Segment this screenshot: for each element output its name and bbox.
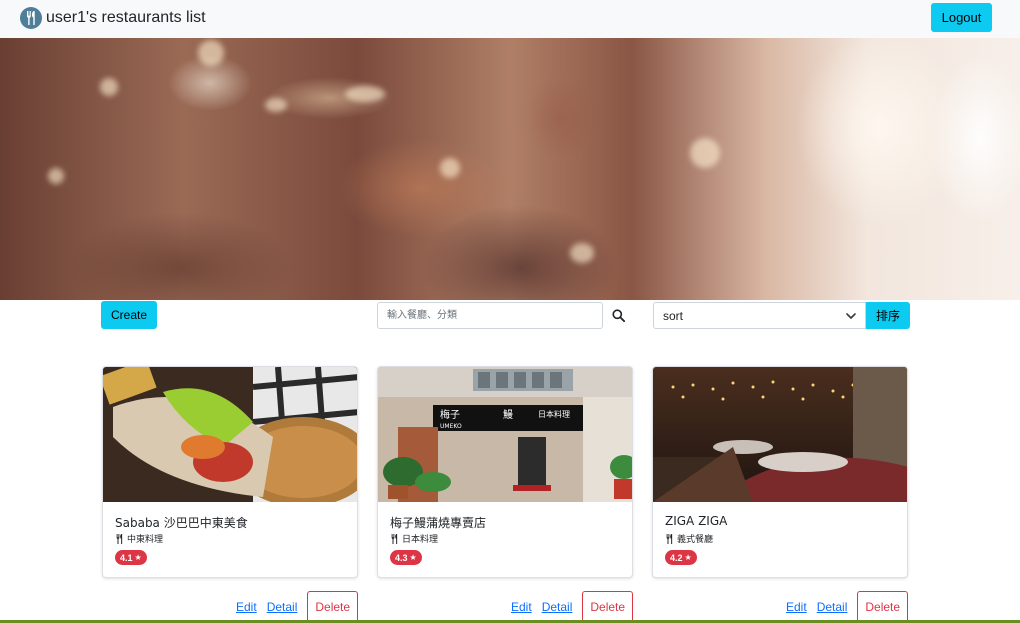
edit-button[interactable]: Edit <box>511 600 532 614</box>
create-button[interactable]: Create <box>101 301 157 329</box>
restaurant-name: ZIGA ZIGA <box>665 514 728 528</box>
sort-select[interactable]: sort <box>653 302 866 329</box>
search-button[interactable] <box>604 302 632 329</box>
logout-button[interactable]: Logout <box>931 3 992 32</box>
card-actions: Edit Detail Delete <box>786 591 909 623</box>
star-icon: ★ <box>684 553 692 562</box>
detail-button[interactable]: Detail <box>267 600 298 614</box>
category-label: 義式餐廳 <box>677 535 714 545</box>
rating-value: 4.1 <box>120 552 133 563</box>
top-navbar: user1's restaurants list Logout <box>0 0 1020 38</box>
utensils-icon <box>391 533 398 544</box>
svg-text:UMEKO: UMEKO <box>440 423 462 430</box>
card-actions: Edit Detail Delete <box>511 591 634 623</box>
restaurant-category: 日本料理 <box>390 532 438 545</box>
category-label: 中東料理 <box>127 535 164 545</box>
restaurant-photo: 梅子 UMEKO 鰻 日本料理 <box>378 367 632 502</box>
rating-value: 4.3 <box>395 552 408 563</box>
restaurant-category: 中東料理 <box>115 532 163 545</box>
brand[interactable]: user1's restaurants list <box>20 6 206 30</box>
chevron-down-icon <box>846 313 856 319</box>
utensils-icon <box>20 7 42 29</box>
svg-text:鰻: 鰻 <box>503 408 513 421</box>
search-icon <box>611 309 625 322</box>
delete-button[interactable]: Delete <box>307 591 359 623</box>
delete-button[interactable]: Delete <box>582 591 634 623</box>
hero-banner-image <box>0 38 1020 300</box>
rating-badge: 4.2 ★ <box>665 550 697 565</box>
restaurant-name: 梅子鰻蒲燒專賣店 <box>390 516 487 530</box>
svg-text:日本料理: 日本料理 <box>538 409 570 419</box>
search-input[interactable] <box>377 302 603 329</box>
sort-button[interactable]: 排序 <box>866 302 910 329</box>
utensils-icon <box>116 533 123 544</box>
restaurant-name: Sababa 沙巴巴中東美食 <box>115 516 248 530</box>
rating-badge: 4.1 ★ <box>115 550 147 565</box>
star-icon: ★ <box>134 553 142 562</box>
restaurant-category: 義式餐廳 <box>665 532 713 545</box>
restaurant-photo <box>653 367 907 502</box>
rating-value: 4.2 <box>670 552 683 563</box>
edit-button[interactable]: Edit <box>786 600 807 614</box>
card-actions: Edit Detail Delete <box>236 591 359 623</box>
page-title: user1's restaurants list <box>46 9 206 26</box>
utensils-icon <box>666 533 673 544</box>
detail-button[interactable]: Detail <box>542 600 573 614</box>
edit-button[interactable]: Edit <box>236 600 257 614</box>
restaurant-card[interactable]: ZIGA ZIGA 義式餐廳 4.2 ★ <box>652 366 908 578</box>
star-icon: ★ <box>409 553 417 562</box>
restaurant-card[interactable]: Sababa 沙巴巴中東美食 中東料理 4.1 ★ <box>102 366 358 578</box>
restaurant-card[interactable]: 梅子 UMEKO 鰻 日本料理 梅子鰻蒲燒專賣店 日本料理 4.3 ★ <box>377 366 633 578</box>
sort-select-value: sort <box>663 308 684 323</box>
delete-button[interactable]: Delete <box>857 591 909 623</box>
svg-text:梅子: 梅子 <box>440 408 460 421</box>
detail-button[interactable]: Detail <box>817 600 848 614</box>
category-label: 日本料理 <box>402 535 439 545</box>
restaurant-photo <box>103 367 357 502</box>
rating-badge: 4.3 ★ <box>390 550 422 565</box>
